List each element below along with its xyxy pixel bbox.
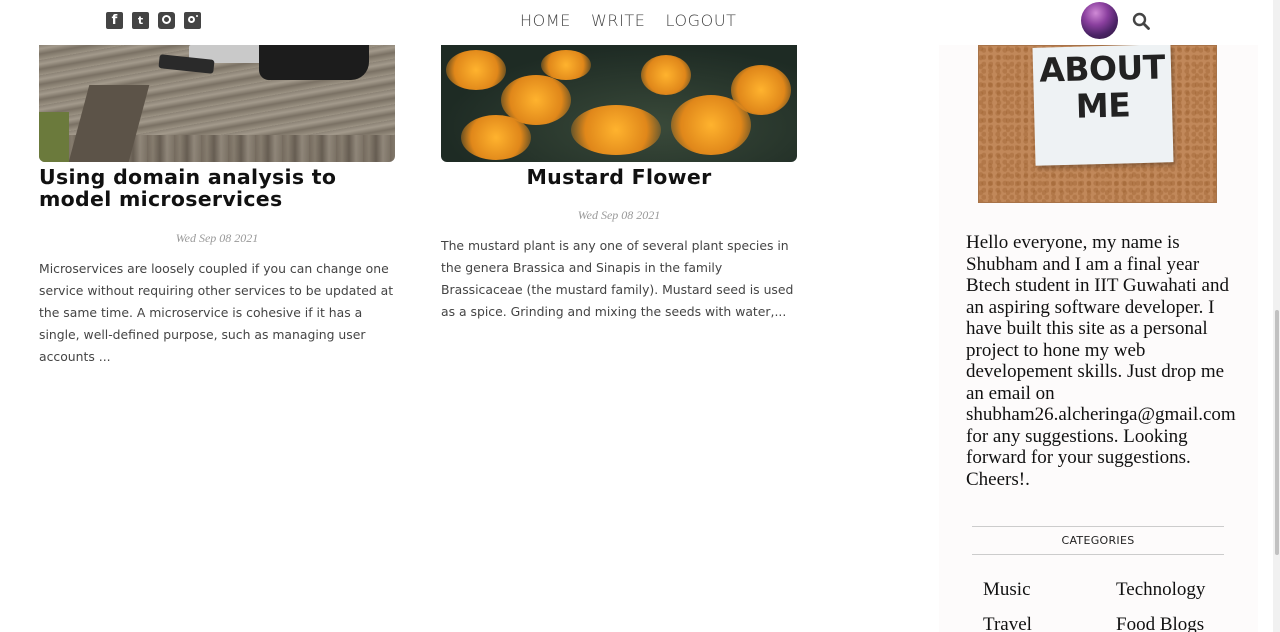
categories-list: Music Technology Travel Food Blogs — [983, 579, 1233, 632]
post-image-workspace[interactable] — [39, 45, 395, 162]
main-nav: HOME WRITE LOGOUT — [520, 11, 737, 30]
post-date: Wed Sep 08 2021 — [577, 208, 661, 222]
pinterest-icon[interactable] — [158, 12, 175, 29]
post-card[interactable]: Using domain analysis to model microserv… — [39, 45, 395, 368]
post-date: Wed Sep 08 2021 — [175, 231, 259, 245]
search-icon[interactable] — [1132, 12, 1150, 30]
post-excerpt: The mustard plant is any one of several … — [441, 238, 794, 319]
post-title[interactable]: Using domain analysis to model microserv… — [39, 166, 395, 210]
nav-write-link[interactable]: WRITE — [591, 11, 646, 30]
user-avatar[interactable] — [1081, 2, 1118, 39]
sidebar: ABOUT ME Hello everyone, my name is Shubh… — [939, 44, 1258, 632]
about-me-text: Hello everyone, my name is Shubham and I… — [966, 232, 1236, 490]
top-navbar: f t HOME WRITE LOGOUT — [0, 0, 1258, 45]
category-technology[interactable]: Technology — [1116, 579, 1236, 600]
about-me-image-text: ABOUT ME — [1038, 47, 1166, 126]
post-excerpt: Microservices are loosely coupled if you… — [39, 261, 394, 364]
twitter-icon[interactable]: t — [132, 12, 149, 29]
facebook-icon[interactable]: f — [106, 12, 123, 29]
category-food-blogs[interactable]: Food Blogs — [1116, 614, 1236, 632]
about-me-note: ABOUT ME — [1032, 44, 1174, 166]
nav-logout-link[interactable]: LOGOUT — [666, 11, 737, 30]
categories-title: CATEGORIES — [972, 526, 1224, 555]
nav-home-link[interactable]: HOME — [520, 11, 571, 30]
social-icons: f t — [106, 12, 201, 29]
about-me-image: ABOUT ME — [978, 44, 1217, 203]
category-travel[interactable]: Travel — [983, 614, 1116, 632]
scrollbar-thumb[interactable] — [1275, 310, 1279, 555]
post-image-mustard-flower[interactable] — [441, 45, 797, 162]
post-title[interactable]: Mustard Flower — [441, 166, 797, 188]
category-music[interactable]: Music — [983, 579, 1116, 600]
instagram-icon[interactable] — [184, 12, 201, 29]
post-card[interactable]: Mustard Flower Wed Sep 08 2021 The musta… — [441, 45, 797, 323]
